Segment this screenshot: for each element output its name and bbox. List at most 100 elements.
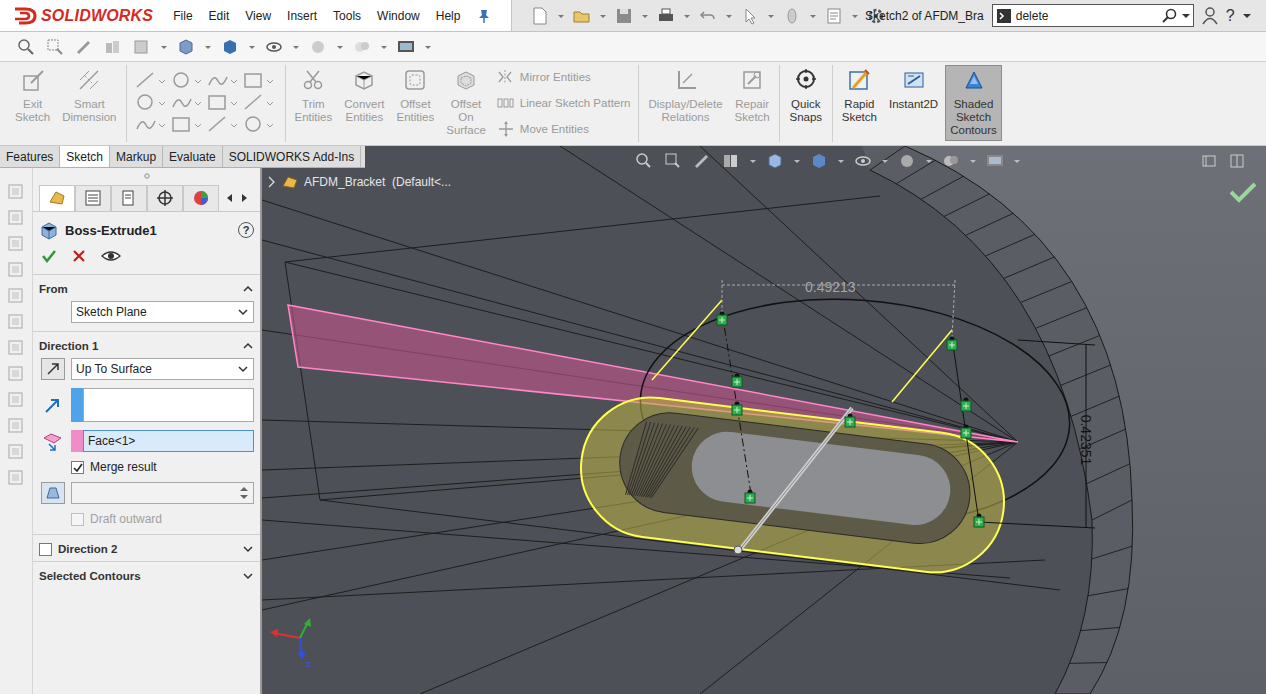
- menu-item[interactable]: File: [165, 9, 200, 23]
- feature-tool-icon[interactable]: [7, 312, 25, 331]
- split-view-icon[interactable]: [1230, 154, 1244, 168]
- feature-tool-icon[interactable]: [7, 390, 25, 409]
- command-tab[interactable]: Evaluate: [163, 146, 223, 167]
- zoom-fit-icon[interactable]: [634, 151, 654, 171]
- dropdown-arrow-icon[interactable]: [600, 6, 606, 26]
- menu-item[interactable]: Insert: [279, 9, 325, 23]
- dropdown-arrow-icon[interactable]: [768, 6, 774, 26]
- display-style-icon[interactable]: [809, 151, 829, 171]
- mirror-entities-button[interactable]: Mirror Entities: [497, 68, 631, 86]
- select-icon[interactable]: [740, 6, 760, 26]
- view-orientation-icon[interactable]: [765, 151, 785, 171]
- reverse-direction-button[interactable]: [41, 358, 65, 380]
- user-icon[interactable]: [1202, 7, 1218, 25]
- start-condition-dropdown[interactable]: Sketch Plane: [71, 301, 254, 323]
- dropdown-arrow-icon[interactable]: [750, 151, 756, 171]
- spinner-icon[interactable]: [239, 484, 249, 502]
- dropdown-arrow-icon[interactable]: [838, 151, 844, 171]
- new-document-icon[interactable]: [530, 6, 550, 26]
- section-header[interactable]: Selected Contours: [39, 568, 254, 584]
- dropdown-arrow-icon[interactable]: [558, 6, 564, 26]
- scroll-left-icon[interactable]: [223, 191, 237, 205]
- menu-item[interactable]: Help: [428, 9, 469, 23]
- smart-dimension-button[interactable]: SmartDimension: [57, 65, 121, 128]
- dropdown-arrow-icon[interactable]: [161, 37, 167, 57]
- section-header[interactable]: Direction 1: [39, 338, 254, 354]
- merge-result-row[interactable]: Merge result: [39, 456, 254, 478]
- zoom-area-icon[interactable]: [663, 151, 683, 171]
- menu-item[interactable]: View: [237, 9, 279, 23]
- scene-icon[interactable]: [941, 151, 961, 171]
- hide-show-icon[interactable]: [264, 37, 284, 57]
- section-header[interactable]: From: [39, 281, 254, 297]
- feature-tool-icon[interactable]: [7, 286, 25, 305]
- offset-on-surface-button[interactable]: OffsetOnSurface: [441, 65, 491, 141]
- undo-icon[interactable]: [698, 6, 718, 26]
- previous-view-icon[interactable]: [692, 151, 712, 171]
- draft-outward-checkbox[interactable]: [71, 513, 84, 526]
- dropdown-arrow-icon[interactable]: [381, 37, 387, 57]
- preview-eye-icon[interactable]: [101, 248, 121, 264]
- previous-view-icon[interactable]: [74, 37, 94, 57]
- command-tab[interactable]: SOLIDWORKS Add-Ins: [223, 146, 361, 167]
- dropdown-arrow-icon[interactable]: [249, 37, 255, 57]
- exit-sketch-button[interactable]: ExitSketch: [10, 65, 55, 128]
- zoom-to-fit-icon[interactable]: [16, 37, 36, 57]
- face-field[interactable]: Face<1>: [71, 430, 254, 452]
- display-mode-icon[interactable]: [220, 37, 240, 57]
- command-tab[interactable]: Sketch: [60, 146, 110, 167]
- trim-entities-button[interactable]: TrimEntities: [290, 65, 338, 128]
- dropdown-arrow-icon[interactable]: [1014, 151, 1020, 171]
- convert-entities-button[interactable]: ConvertEntities: [339, 65, 389, 128]
- collapse-chevron-icon[interactable]: [242, 570, 254, 582]
- menu-item[interactable]: Edit: [201, 9, 238, 23]
- dropdown-arrow-icon[interactable]: [1182, 8, 1190, 24]
- dropdown-arrow-icon[interactable]: [882, 151, 888, 171]
- view-orientation-icon[interactable]: [132, 37, 152, 57]
- expand-arrow-icon[interactable]: [266, 176, 276, 188]
- dropdown-arrow-icon[interactable]: [1243, 8, 1251, 24]
- zoom-to-area-icon[interactable]: [45, 37, 65, 57]
- feature-tool-icon[interactable]: [7, 468, 25, 487]
- file-properties-icon[interactable]: [824, 6, 844, 26]
- tile-view-icon[interactable]: [1202, 154, 1216, 168]
- feature-tool-icon[interactable]: [7, 260, 25, 279]
- feature-tool-icon[interactable]: [7, 182, 25, 201]
- help-button[interactable]: ?: [1226, 7, 1235, 25]
- dropdown-arrow-icon[interactable]: [970, 151, 976, 171]
- ok-check-icon[interactable]: [41, 248, 57, 264]
- dimension[interactable]: 0.49213: [805, 279, 856, 295]
- dropdown-arrow-icon[interactable]: [852, 6, 858, 26]
- move-entities-button[interactable]: Move Entities: [497, 120, 631, 138]
- search-input[interactable]: delete: [1016, 9, 1158, 23]
- command-search[interactable]: delete: [992, 4, 1194, 27]
- collapse-chevron-icon[interactable]: [242, 340, 254, 352]
- feature-tool-icon[interactable]: [7, 442, 25, 461]
- scroll-right-icon[interactable]: [237, 191, 251, 205]
- end-condition-dropdown[interactable]: Up To Surface: [71, 358, 254, 380]
- cancel-x-icon[interactable]: [71, 248, 87, 264]
- merge-checkbox[interactable]: [71, 461, 84, 474]
- hide-show-icon[interactable]: [853, 151, 873, 171]
- section-view-icon[interactable]: [721, 151, 741, 171]
- draft-toggle-button[interactable]: [41, 482, 65, 504]
- dimension[interactable]: 0.42351: [1078, 415, 1094, 466]
- appearance-icon[interactable]: [897, 151, 917, 171]
- help-button[interactable]: ?: [238, 222, 254, 238]
- manager-tab[interactable]: [147, 185, 183, 211]
- dropdown-arrow-icon[interactable]: [794, 151, 800, 171]
- command-tab[interactable]: Markup: [110, 146, 163, 167]
- magnifier-icon[interactable]: [1162, 8, 1178, 24]
- dropdown-arrow-icon[interactable]: [205, 37, 211, 57]
- section-header[interactable]: Direction 2: [39, 541, 254, 557]
- sketch-entities-grid[interactable]: [131, 65, 281, 146]
- direction2-checkbox[interactable]: [39, 543, 52, 556]
- draft-angle-field[interactable]: [71, 482, 254, 504]
- menu-item[interactable]: Tools: [325, 9, 369, 23]
- manager-tab[interactable]: [75, 185, 111, 211]
- shaded-sketch-contours-button[interactable]: ShadedSketchContours: [945, 65, 1002, 141]
- rapid-sketch-button[interactable]: RapidSketch: [837, 65, 882, 128]
- quick-snaps-button[interactable]: QuickSnaps: [784, 65, 828, 128]
- feature-tool-icon[interactable]: [7, 234, 25, 253]
- manager-tab[interactable]: [183, 185, 219, 211]
